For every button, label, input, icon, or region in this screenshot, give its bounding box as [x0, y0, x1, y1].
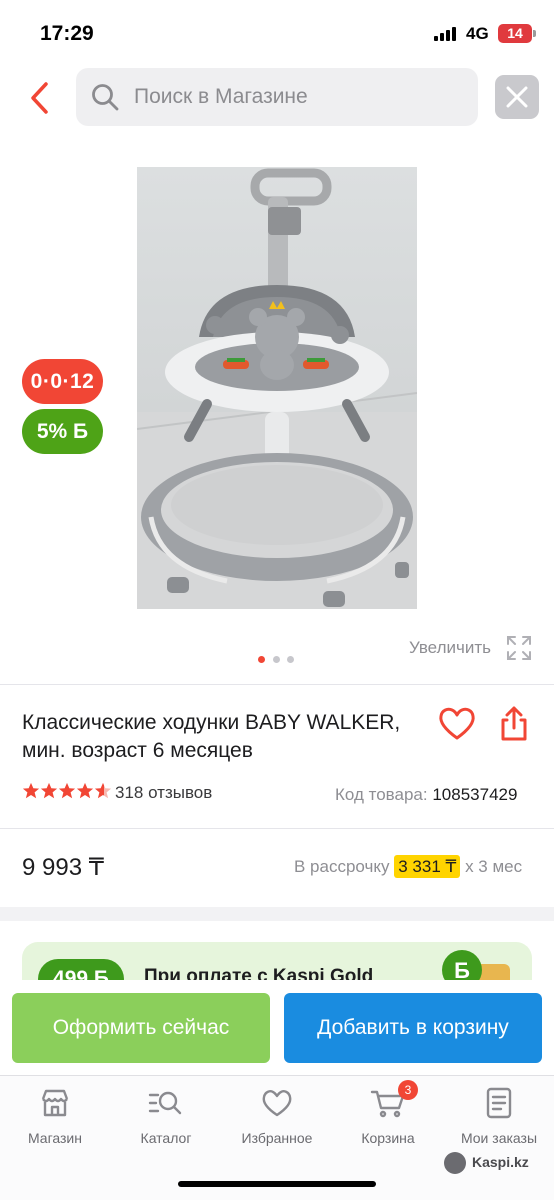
tab-catalog[interactable]: Каталог	[116, 1086, 216, 1156]
baby-walker-image	[137, 167, 417, 609]
star-half-icon	[94, 782, 112, 799]
share-icon	[501, 706, 527, 741]
sku-label: Код товара:	[335, 785, 428, 804]
section-separator	[0, 907, 554, 921]
search-input[interactable]	[134, 68, 464, 126]
battery-nub	[533, 30, 536, 37]
chevron-left-icon	[31, 82, 48, 114]
star-icon	[58, 782, 76, 799]
tab-label: Магазин	[27, 1130, 82, 1146]
home-indicator[interactable]	[178, 1181, 376, 1187]
tab-favorites[interactable]: Избранное	[227, 1086, 327, 1156]
orders-icon	[486, 1087, 512, 1119]
heart-icon	[439, 707, 475, 740]
favorite-button[interactable]	[437, 704, 477, 744]
close-icon	[506, 86, 528, 108]
add-to-cart-button[interactable]: Добавить в корзину	[284, 993, 542, 1063]
buy-now-button[interactable]: Оформить сейчас	[12, 993, 270, 1063]
star-icon	[40, 782, 58, 799]
action-bar: Оформить сейчас Добавить в корзину	[0, 980, 554, 1075]
gallery-dot[interactable]	[273, 656, 280, 663]
installment-info[interactable]: В рассрочку 3 331 ₸ х 3 мес	[294, 855, 523, 878]
back-button[interactable]	[22, 76, 58, 120]
product-title: Классические ходунки BABY WALKER, мин. в…	[22, 711, 401, 762]
expand-icon	[507, 636, 531, 660]
gallery-dot[interactable]	[258, 656, 265, 663]
sku-value: 108537429	[432, 785, 518, 804]
kaspi-logo-icon	[444, 1152, 466, 1174]
search-bar[interactable]	[76, 68, 478, 126]
product-code: Код товара: 108537429	[335, 785, 517, 805]
installment-suffix: х 3 мес	[465, 857, 523, 876]
store-icon	[41, 1089, 69, 1117]
tab-store[interactable]: Магазин	[5, 1086, 105, 1156]
divider	[0, 684, 554, 685]
zoom-label: Увеличить	[409, 638, 491, 657]
price: 9 993 ₸	[22, 854, 104, 881]
installment-amount: 3 331 ₸	[394, 855, 461, 878]
tab-label: Мои заказы	[460, 1130, 538, 1146]
gallery-dot[interactable]	[287, 656, 294, 663]
tab-label: Каталог	[140, 1130, 192, 1146]
network-type: 4G	[466, 24, 489, 43]
tab-cart[interactable]: 3 Корзина	[338, 1080, 438, 1156]
tab-orders[interactable]: Мои заказы	[449, 1086, 549, 1156]
star-icon	[76, 782, 94, 799]
product-photo[interactable]	[137, 167, 417, 609]
tab-label: Избранное	[241, 1130, 313, 1146]
signal-icon	[434, 27, 456, 41]
cart-count-badge: 3	[398, 1080, 418, 1100]
tab-label: Корзина	[361, 1130, 415, 1146]
installment-badge: 0·0·12	[22, 359, 103, 404]
heart-icon	[262, 1090, 292, 1117]
reviews-link[interactable]: 318 отзывов	[115, 783, 212, 803]
share-button[interactable]	[496, 704, 532, 744]
star-icon	[22, 782, 40, 799]
watermark-text: Kaspi.kz	[472, 1154, 529, 1170]
catalog-search-icon	[148, 1091, 182, 1115]
status-bar: 17:29 4G 14	[0, 0, 554, 64]
search-icon	[92, 84, 119, 111]
status-time: 17:29	[40, 22, 94, 45]
installment-prefix: В рассрочку	[294, 857, 390, 876]
bonus-badge: 5% Б	[22, 409, 103, 454]
divider	[0, 828, 554, 829]
battery-icon: 14	[498, 24, 532, 43]
close-button[interactable]	[495, 75, 539, 119]
product-screen: 17:29 4G 14 Поиск в Магазине 0·0·12 5% Б…	[0, 0, 554, 1200]
